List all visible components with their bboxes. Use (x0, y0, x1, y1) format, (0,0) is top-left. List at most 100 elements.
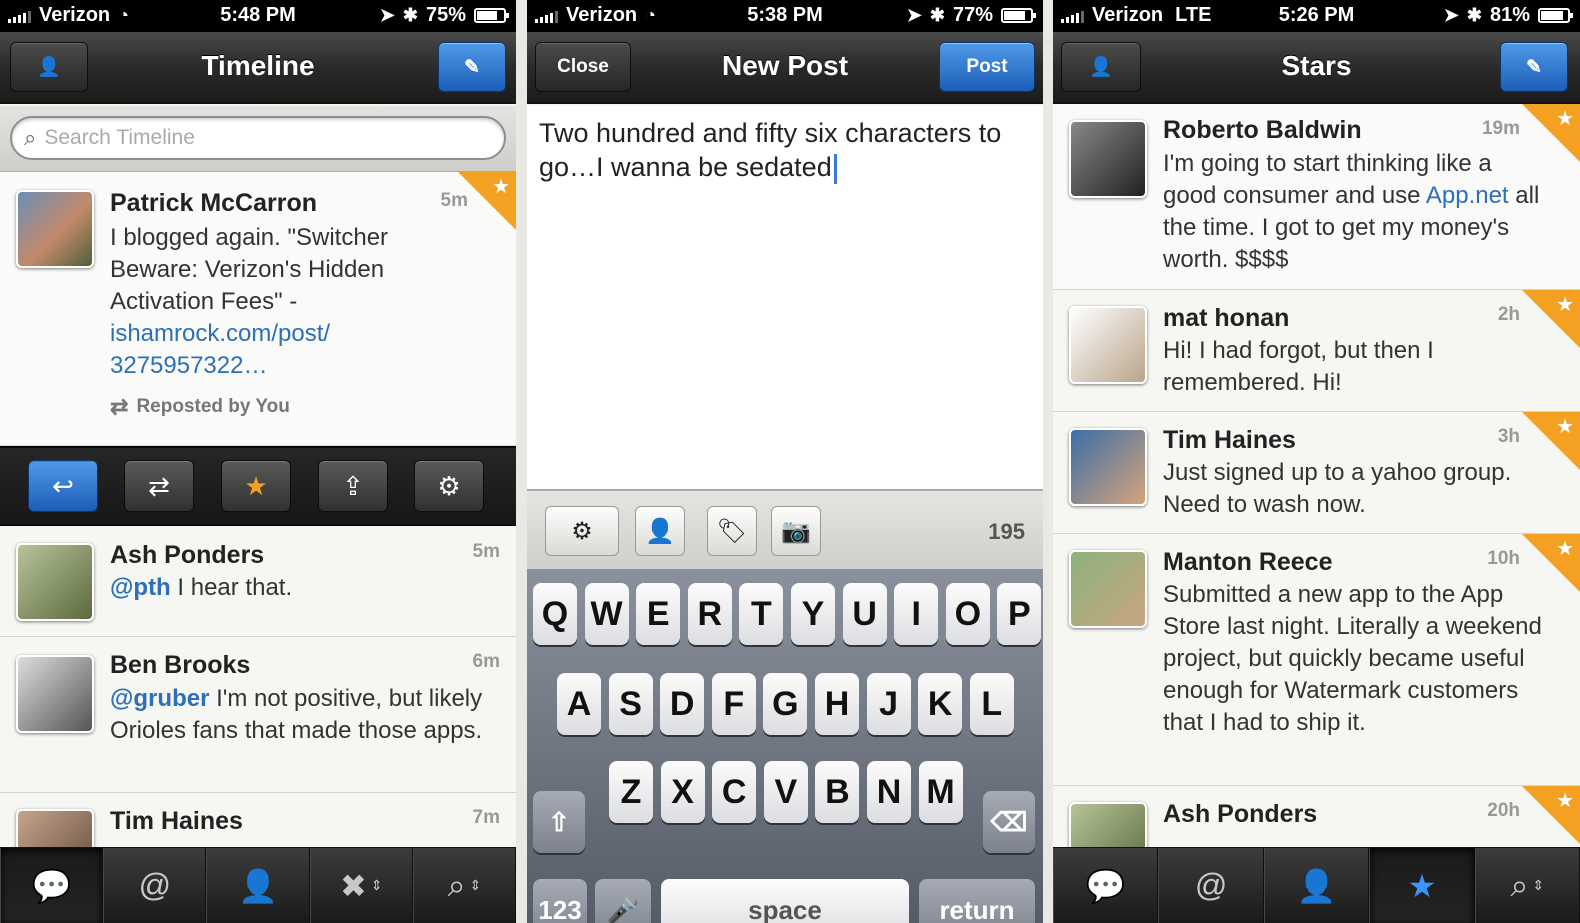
post-button[interactable]: Post (939, 42, 1035, 92)
key-a[interactable]: A (557, 673, 601, 735)
key-v[interactable]: V (763, 761, 808, 823)
timeline-screen: Verizon ◔ 5:48 PM ➤ ✱ 75% 👤 Timeline ✎ ⌕ Se… (0, 0, 516, 923)
key-k[interactable]: K (918, 673, 963, 735)
compose-text-field[interactable]: Two hundred and fifty six characters to … (539, 116, 1031, 184)
avatar[interactable] (16, 543, 94, 621)
share-button[interactable]: ⇪ (318, 460, 388, 512)
post-author[interactable]: Ash Ponders (110, 541, 264, 570)
post-author[interactable]: Ben Brooks (110, 651, 250, 680)
backspace-key[interactable]: ⌫ (983, 791, 1035, 853)
photo-button[interactable]: 📷 (771, 506, 821, 556)
post-author[interactable]: Ash Ponders (1163, 800, 1317, 829)
post-author[interactable]: Roberto Baldwin (1163, 116, 1362, 145)
star-button[interactable]: ★ (221, 460, 291, 512)
post-item[interactable]: Tim Haines 3h ★ Just signed up to a yaho… (1053, 412, 1580, 534)
key-d[interactable]: D (660, 673, 705, 735)
compose-button[interactable]: ✎ (438, 42, 506, 92)
mention-link[interactable]: @gruber (110, 685, 209, 712)
tab-search[interactable]: ⌕ ⇕ (412, 848, 516, 923)
reply-button[interactable]: ↩ (28, 460, 98, 512)
person-icon: 👤 (238, 867, 278, 904)
avatar[interactable] (1069, 550, 1147, 628)
settings-button[interactable]: ⚙ (545, 506, 619, 556)
post-author[interactable]: Tim Haines (110, 807, 243, 836)
post-item[interactable]: mat honan 2h ★ Hi! I had forgot, but the… (1053, 290, 1580, 412)
avatar[interactable] (16, 190, 94, 268)
post-item[interactable]: Roberto Baldwin 19m ★ I'm going to start… (1053, 104, 1580, 290)
post-age: 2h (1497, 304, 1520, 325)
post-item[interactable]: Ash Ponders 5m @pth I hear that. (0, 527, 516, 637)
tab-timeline[interactable]: 💬 (1053, 848, 1159, 923)
tab-messages[interactable]: ✖ ⇕ (309, 848, 413, 923)
post-item[interactable]: Manton Reece 10h ★ Submitted a new app t… (1053, 534, 1580, 786)
key-c[interactable]: C (712, 761, 757, 823)
post-item[interactable]: Patrick McCarron 5m ★ I blogged again. "… (0, 172, 516, 446)
post-link[interactable]: App.net (1426, 182, 1509, 209)
key-i[interactable]: I (894, 583, 939, 645)
avatar[interactable] (1069, 120, 1147, 198)
post-age: 6m (472, 651, 500, 672)
key-j[interactable]: J (866, 673, 911, 735)
key-x[interactable]: X (660, 761, 705, 823)
post-link[interactable]: ishamrock.com/post/ 3275957322… (110, 320, 330, 379)
post-author[interactable]: Patrick McCarron (110, 189, 317, 218)
compose-area[interactable]: Two hundred and fifty six characters to … (527, 106, 1043, 489)
settings-button[interactable]: ⚙ (414, 460, 484, 512)
character-count: 195 (988, 519, 1025, 544)
tab-profile[interactable]: 👤 (1263, 848, 1370, 923)
key-r[interactable]: R (687, 583, 732, 645)
key-n[interactable]: N (867, 761, 911, 823)
hashtag-button[interactable]: 🏷 (707, 506, 757, 556)
key-h[interactable]: H (815, 673, 859, 735)
chevron-updown-icon: ⇕ (469, 877, 482, 893)
key-b[interactable]: B (815, 761, 860, 823)
space-key[interactable]: space (661, 879, 909, 923)
shift-key[interactable]: ⇧ (533, 791, 585, 853)
tab-stars[interactable]: ★ (1369, 848, 1475, 923)
location-icon: ➤ (906, 5, 922, 25)
post-author[interactable]: mat honan (1163, 304, 1289, 333)
avatar[interactable] (1069, 306, 1147, 384)
key-q[interactable]: Q (533, 583, 577, 645)
post-author[interactable]: Manton Reece (1163, 548, 1332, 577)
mention-user-button[interactable]: 👤 (635, 506, 685, 556)
post-item[interactable]: Tim Haines 7m (0, 793, 516, 887)
tab-timeline[interactable]: 💬 (0, 848, 104, 923)
dictation-key[interactable]: 🎤 (595, 879, 651, 923)
avatar[interactable] (1069, 428, 1147, 506)
mention-link[interactable]: @pth (110, 574, 171, 601)
key-t[interactable]: T (739, 583, 784, 645)
compose-button[interactable]: ✎ (1500, 42, 1568, 92)
tab-bar: 💬 @ 👤 ★ ⌕ ⇕ (1053, 847, 1580, 923)
post-author[interactable]: Tim Haines (1163, 426, 1296, 455)
tab-search[interactable]: ⌕ ⇕ (1474, 848, 1580, 923)
microphone-icon: 🎤 (606, 894, 640, 923)
battery-icon (1001, 8, 1036, 23)
post-body: I blogged again. "Switcher Beware: Veriz… (110, 222, 476, 382)
tab-mentions[interactable]: @ (1158, 848, 1264, 923)
key-g[interactable]: G (763, 673, 808, 735)
key-o[interactable]: O (945, 583, 990, 645)
key-p[interactable]: P (997, 583, 1042, 645)
post-item[interactable]: Ash Ponders 20h ★ (1053, 786, 1580, 880)
key-s[interactable]: S (608, 673, 653, 735)
search-input[interactable]: ⌕ Search Timeline (10, 116, 506, 160)
post-body: Hi! I had forgot, but then I remembered.… (1163, 337, 1434, 396)
key-e[interactable]: E (636, 583, 681, 645)
repost-button[interactable]: ⇄ (124, 460, 194, 512)
key-l[interactable]: L (969, 673, 1014, 735)
post-item[interactable]: Ben Brooks 6m @gruber I'm not positive, … (0, 637, 516, 793)
key-u[interactable]: U (842, 583, 887, 645)
key-y[interactable]: Y (791, 583, 835, 645)
tab-profile[interactable]: 👤 (206, 848, 310, 923)
tab-mentions[interactable]: @ (103, 848, 207, 923)
numbers-key[interactable]: 123 (533, 879, 587, 923)
star-icon: ★ (1556, 416, 1574, 438)
key-w[interactable]: W (584, 583, 629, 645)
key-z[interactable]: Z (609, 761, 653, 823)
avatar[interactable] (16, 655, 94, 733)
reply-icon: ↩ (52, 470, 74, 501)
return-key[interactable]: return (919, 879, 1035, 923)
key-f[interactable]: F (711, 673, 756, 735)
key-m[interactable]: M (918, 761, 963, 823)
